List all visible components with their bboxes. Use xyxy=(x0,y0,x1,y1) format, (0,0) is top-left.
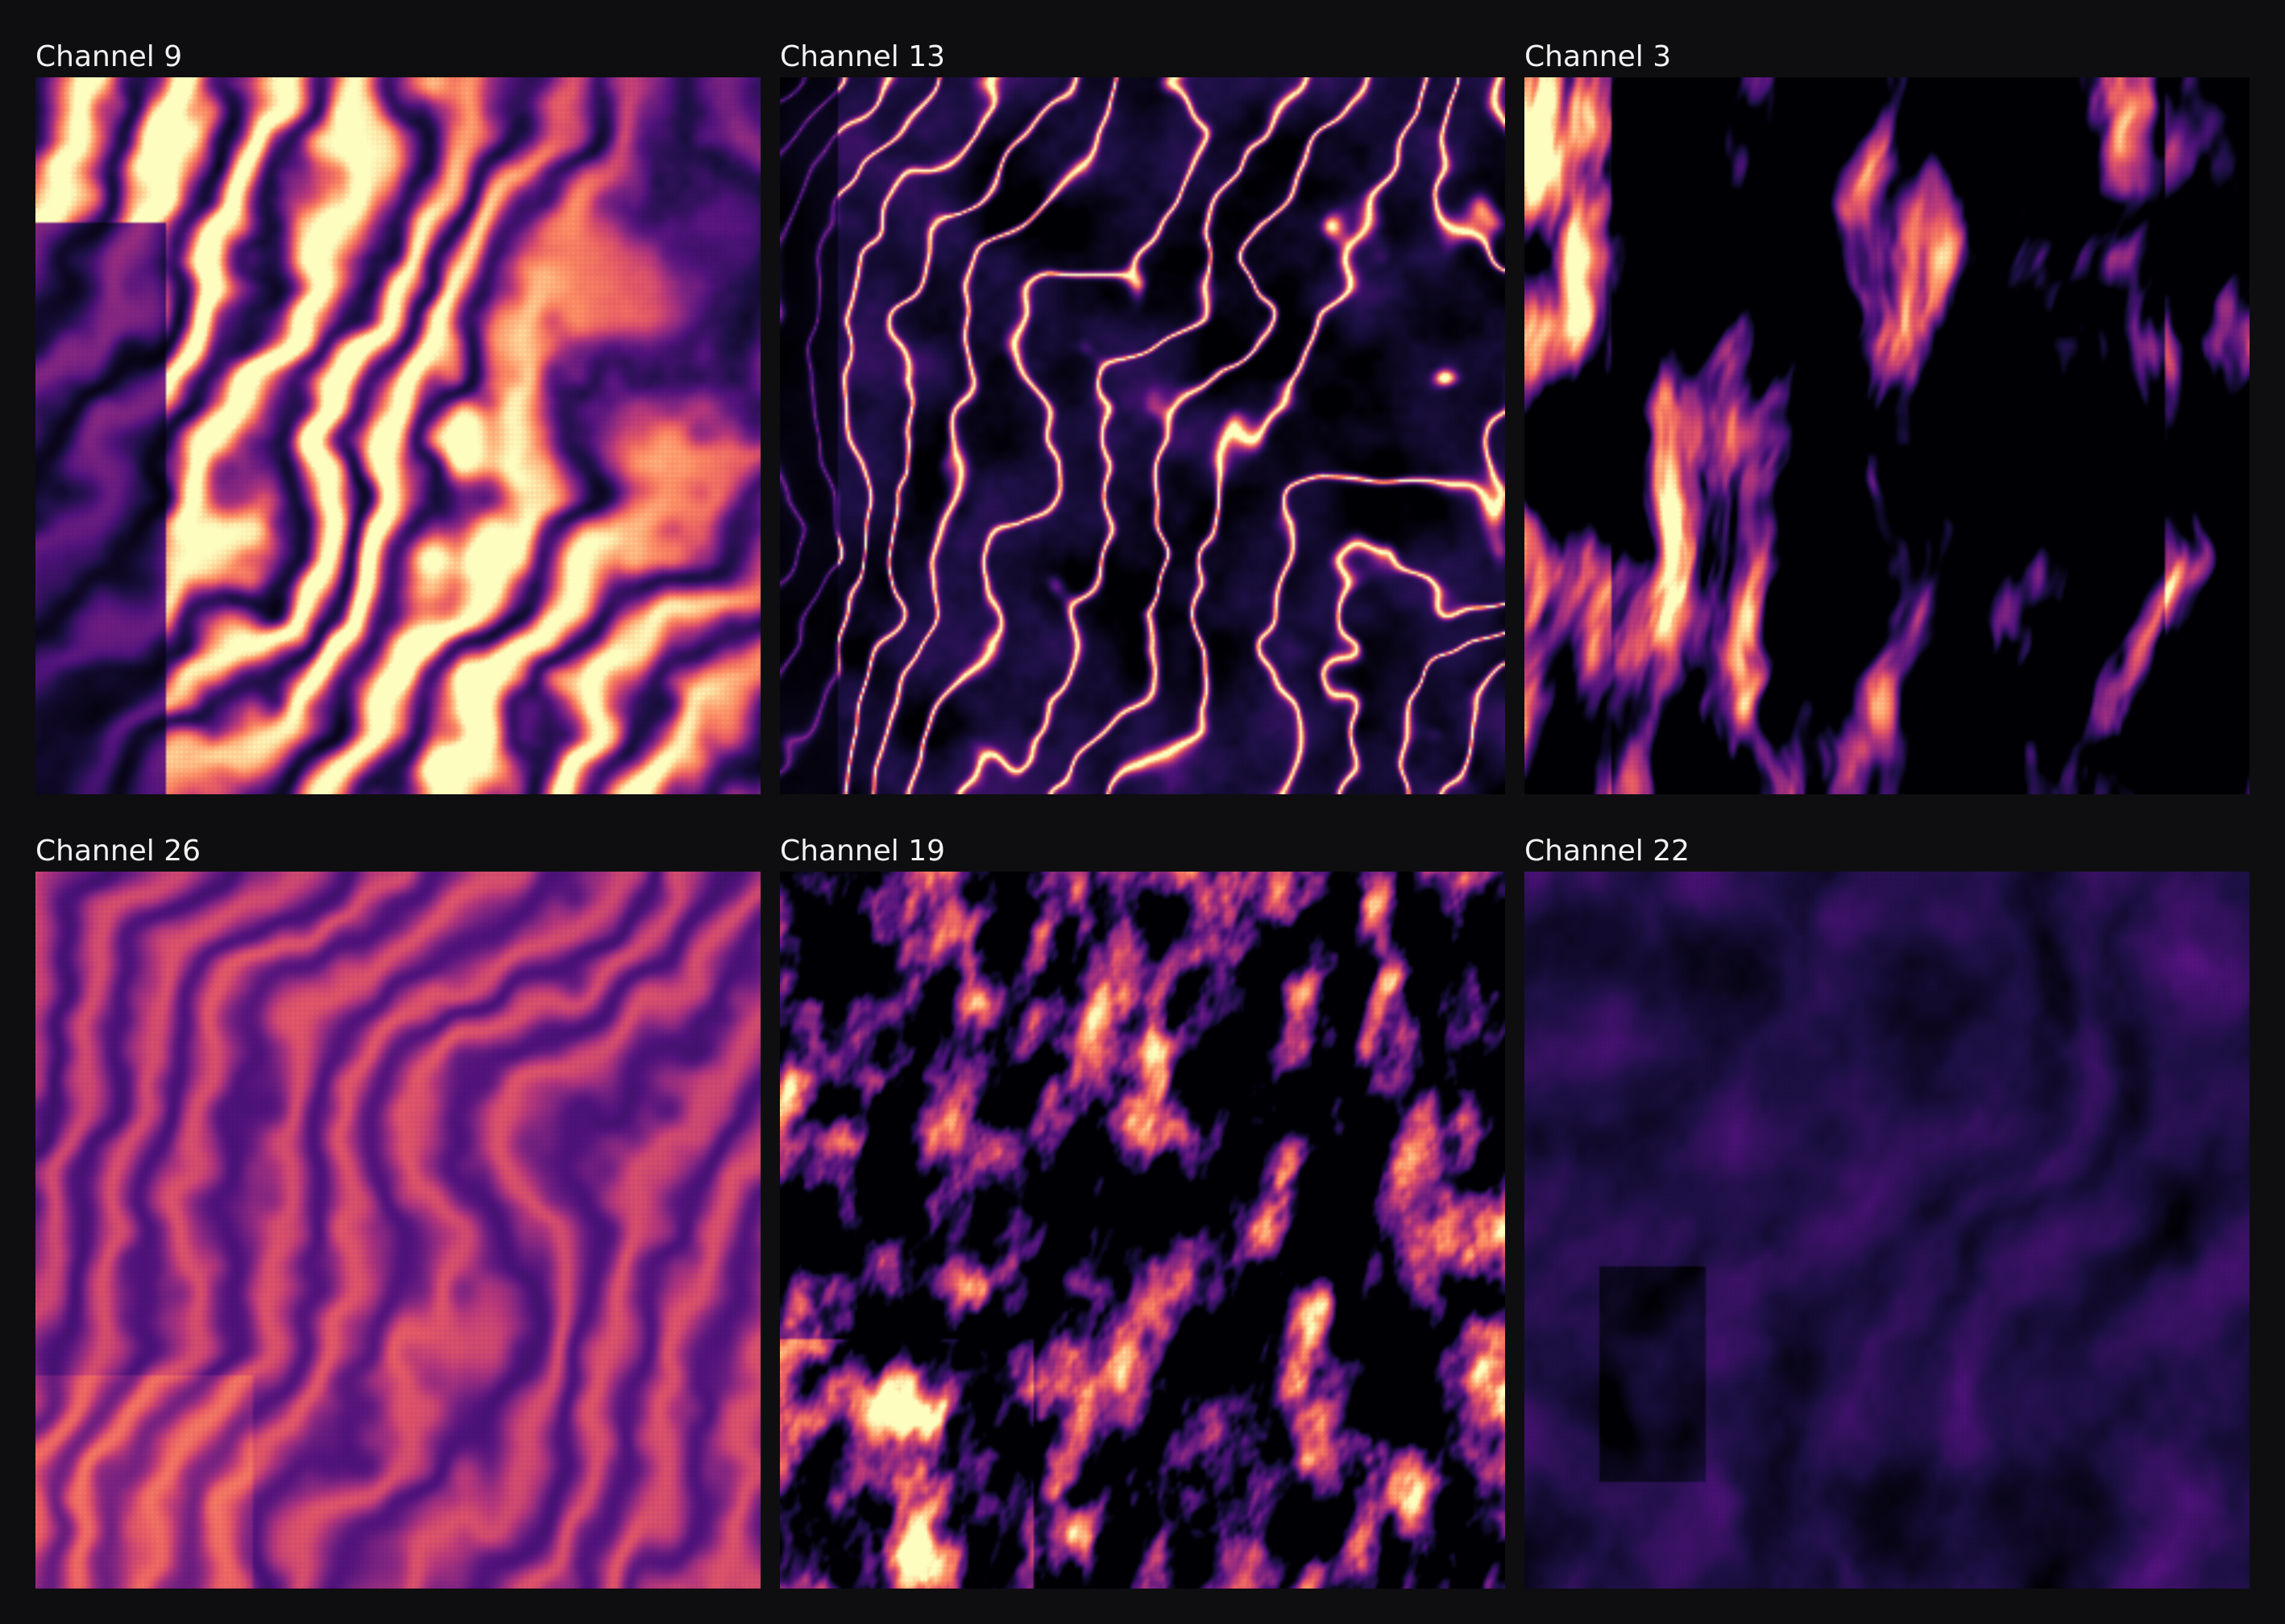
heatmap-channel-3 xyxy=(1524,77,2250,794)
heatmap-channel-26 xyxy=(35,872,761,1589)
feature-panel-channel-19: Channel 19 xyxy=(780,831,1505,1589)
feature-panel-channel-3: Channel 3 xyxy=(1524,37,2250,794)
feature-panel-channel-22: Channel 22 xyxy=(1524,831,2250,1589)
feature-panel-channel-9: Channel 9 xyxy=(35,37,761,794)
panel-title: Channel 26 xyxy=(35,835,201,868)
feature-panel-channel-26: Channel 26 xyxy=(35,831,761,1589)
feature-map-grid: Channel 9 Channel 13 Channel 3 Channel 2… xyxy=(35,37,2250,1589)
panel-title: Channel 13 xyxy=(780,40,946,73)
heatmap-channel-19 xyxy=(780,872,1505,1589)
panel-title: Channel 22 xyxy=(1524,835,1690,868)
heatmap-channel-22 xyxy=(1524,872,2250,1589)
panel-title: Channel 3 xyxy=(1524,40,1672,73)
feature-panel-channel-13: Channel 13 xyxy=(780,37,1505,794)
panel-title: Channel 19 xyxy=(780,835,946,868)
heatmap-channel-9 xyxy=(35,77,761,794)
panel-title: Channel 9 xyxy=(35,40,183,73)
heatmap-channel-13 xyxy=(780,77,1505,794)
